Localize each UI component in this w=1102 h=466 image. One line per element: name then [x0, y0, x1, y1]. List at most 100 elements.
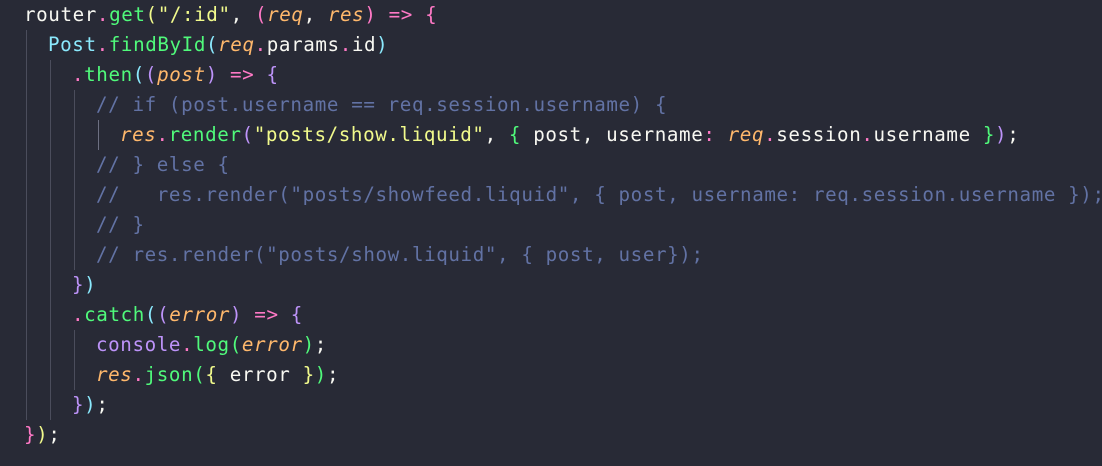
code-editor[interactable]: router.get("/:id", (req, res) => {Post.f…	[0, 0, 1102, 466]
indent-guide	[74, 330, 75, 390]
code-token: (	[144, 303, 158, 326]
code-token: .	[96, 33, 109, 56]
indent-guide	[26, 30, 27, 420]
code-token: then	[84, 63, 133, 86]
code-line[interactable]: console.log(error);	[96, 330, 327, 360]
code-token: .	[132, 363, 145, 386]
code-token: post	[157, 63, 206, 86]
code-token: ;	[1007, 123, 1020, 146]
code-token: (	[145, 3, 158, 26]
code-token: {	[266, 63, 279, 86]
code-token: get	[109, 3, 146, 26]
code-token: )	[376, 33, 389, 56]
code-token: :	[703, 123, 728, 146]
code-token: )	[230, 303, 243, 326]
code-token: ,	[303, 3, 328, 26]
code-token: console	[96, 333, 182, 356]
code-token: )	[302, 333, 315, 356]
indent-guide	[98, 120, 99, 150]
code-token: .	[96, 3, 110, 26]
code-token: (	[144, 63, 158, 86]
code-line[interactable]: });	[72, 390, 108, 420]
code-token: (	[205, 33, 219, 56]
code-token: )	[84, 393, 97, 416]
code-token: ,	[230, 3, 255, 26]
code-token: .	[339, 33, 352, 56]
code-line[interactable]: // if (post.username == req.session.user…	[96, 90, 667, 120]
code-token: error	[241, 333, 303, 356]
code-token: }	[72, 273, 85, 296]
code-token: )	[995, 123, 1008, 146]
code-token: }	[982, 123, 996, 146]
code-line[interactable]: });	[24, 420, 60, 450]
code-token: Post	[48, 33, 97, 56]
code-line[interactable]: // } else {	[96, 150, 230, 180]
code-line[interactable]: })	[72, 270, 96, 300]
code-token: params	[266, 33, 340, 56]
code-token: =>	[376, 3, 426, 26]
code-token: ;	[314, 333, 327, 356]
code-line[interactable]: .catch((error) => {	[72, 300, 303, 330]
code-token: router	[24, 3, 97, 26]
code-line[interactable]: // res.render("posts/showfeed.liquid", {…	[96, 180, 1102, 210]
code-token: )	[205, 63, 218, 86]
code-token: username	[873, 123, 983, 146]
code-token: }	[72, 393, 85, 416]
code-token: error	[217, 363, 303, 386]
code-token: json	[144, 363, 194, 386]
code-token: ;	[96, 393, 109, 416]
code-line[interactable]: router.get("/:id", (req, res) => {	[24, 0, 437, 30]
code-token: (	[241, 123, 254, 146]
code-token: req	[267, 3, 304, 26]
code-token: =>	[217, 63, 267, 86]
code-token: =>	[242, 303, 291, 326]
code-token: render	[168, 123, 242, 146]
code-token: ;	[326, 363, 340, 386]
code-token: .	[181, 333, 194, 356]
code-token: error	[169, 303, 230, 326]
code-token: req	[218, 33, 255, 56]
indent-guide	[50, 60, 51, 420]
code-line[interactable]: // res.render("posts/show.liquid", { pos…	[96, 240, 704, 270]
code-token: session	[776, 123, 862, 146]
code-line[interactable]: res.render("posts/show.liquid", { post, …	[120, 120, 1019, 150]
code-token: "posts/show.liquid"	[253, 123, 485, 146]
code-token: findById	[108, 33, 206, 56]
code-token: (	[132, 63, 145, 86]
code-token: }	[302, 363, 315, 386]
code-token: .	[72, 63, 85, 86]
code-line[interactable]: // }	[96, 210, 145, 240]
code-token: (	[193, 363, 206, 386]
code-token: // res.render("posts/show.liquid", { pos…	[96, 243, 704, 266]
code-token: res	[96, 363, 133, 386]
code-token: }	[24, 423, 37, 446]
code-token: .	[156, 123, 169, 146]
code-token: req	[727, 123, 765, 146]
code-token: )	[364, 3, 377, 26]
code-token: // } else {	[96, 153, 230, 176]
code-line[interactable]: res.json({ error });	[96, 360, 339, 390]
code-token: {	[290, 303, 303, 326]
code-token: ;	[48, 423, 61, 446]
code-token: (	[157, 303, 170, 326]
code-token: (	[254, 3, 268, 26]
code-token: .	[764, 123, 777, 146]
code-token: )	[84, 273, 97, 296]
code-token: {	[508, 123, 522, 146]
code-token: log	[193, 333, 230, 356]
code-line[interactable]: Post.findById(req.params.id)	[48, 30, 388, 60]
code-token: catch	[84, 303, 145, 326]
code-token: res	[327, 3, 365, 26]
code-token: .	[72, 303, 85, 326]
code-token: (	[229, 333, 242, 356]
code-token: {	[205, 363, 218, 386]
code-line[interactable]: .then((post) => {	[72, 60, 279, 90]
code-token: )	[314, 363, 327, 386]
indent-guide	[74, 90, 75, 270]
code-token: res	[120, 123, 157, 146]
code-token: "/:id"	[157, 3, 231, 26]
code-token: ,	[484, 123, 509, 146]
code-token: // }	[96, 213, 145, 236]
code-token: // if (post.username == req.session.user…	[96, 93, 668, 116]
code-token: post, username	[521, 123, 704, 146]
